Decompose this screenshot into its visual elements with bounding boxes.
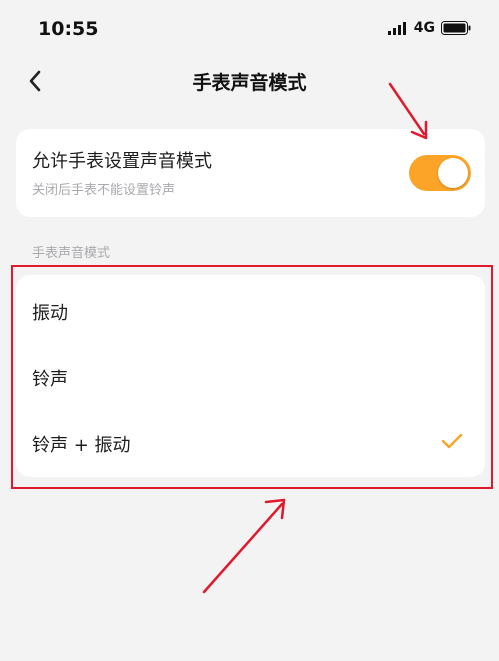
option-label: 铃声 + 振动: [32, 435, 131, 456]
nav-bar: 手表声音模式: [0, 60, 499, 104]
section-label: 手表声音模式: [32, 246, 111, 261]
network-label: 4G: [413, 20, 435, 36]
battery-icon: [441, 21, 471, 35]
permission-toggle[interactable]: [409, 155, 471, 191]
annotation-arrow-bottom: [202, 498, 286, 594]
option-vibrate[interactable]: 振动: [16, 277, 485, 343]
permission-card: 允许手表设置声音模式 关闭后手表不能设置铃声: [16, 129, 485, 217]
status-time: 10:55: [38, 18, 99, 40]
toggle-knob: [438, 158, 468, 188]
option-ringtone-vibrate[interactable]: 铃声 + 振动: [16, 409, 485, 475]
signal-icon: [387, 22, 406, 35]
option-label: 铃声: [32, 369, 68, 390]
sound-mode-options: 振动 铃声 铃声 + 振动: [16, 275, 485, 477]
permission-title: 允许手表设置声音模式: [32, 151, 212, 172]
permission-subtitle: 关闭后手表不能设置铃声: [32, 183, 176, 198]
status-bar: 10:55 4G: [0, 0, 499, 60]
check-icon: [441, 433, 463, 449]
option-label: 振动: [32, 303, 68, 324]
option-ringtone[interactable]: 铃声: [16, 343, 485, 409]
status-indicators: 4G: [387, 20, 471, 36]
page-title: 手表声音模式: [192, 72, 307, 94]
